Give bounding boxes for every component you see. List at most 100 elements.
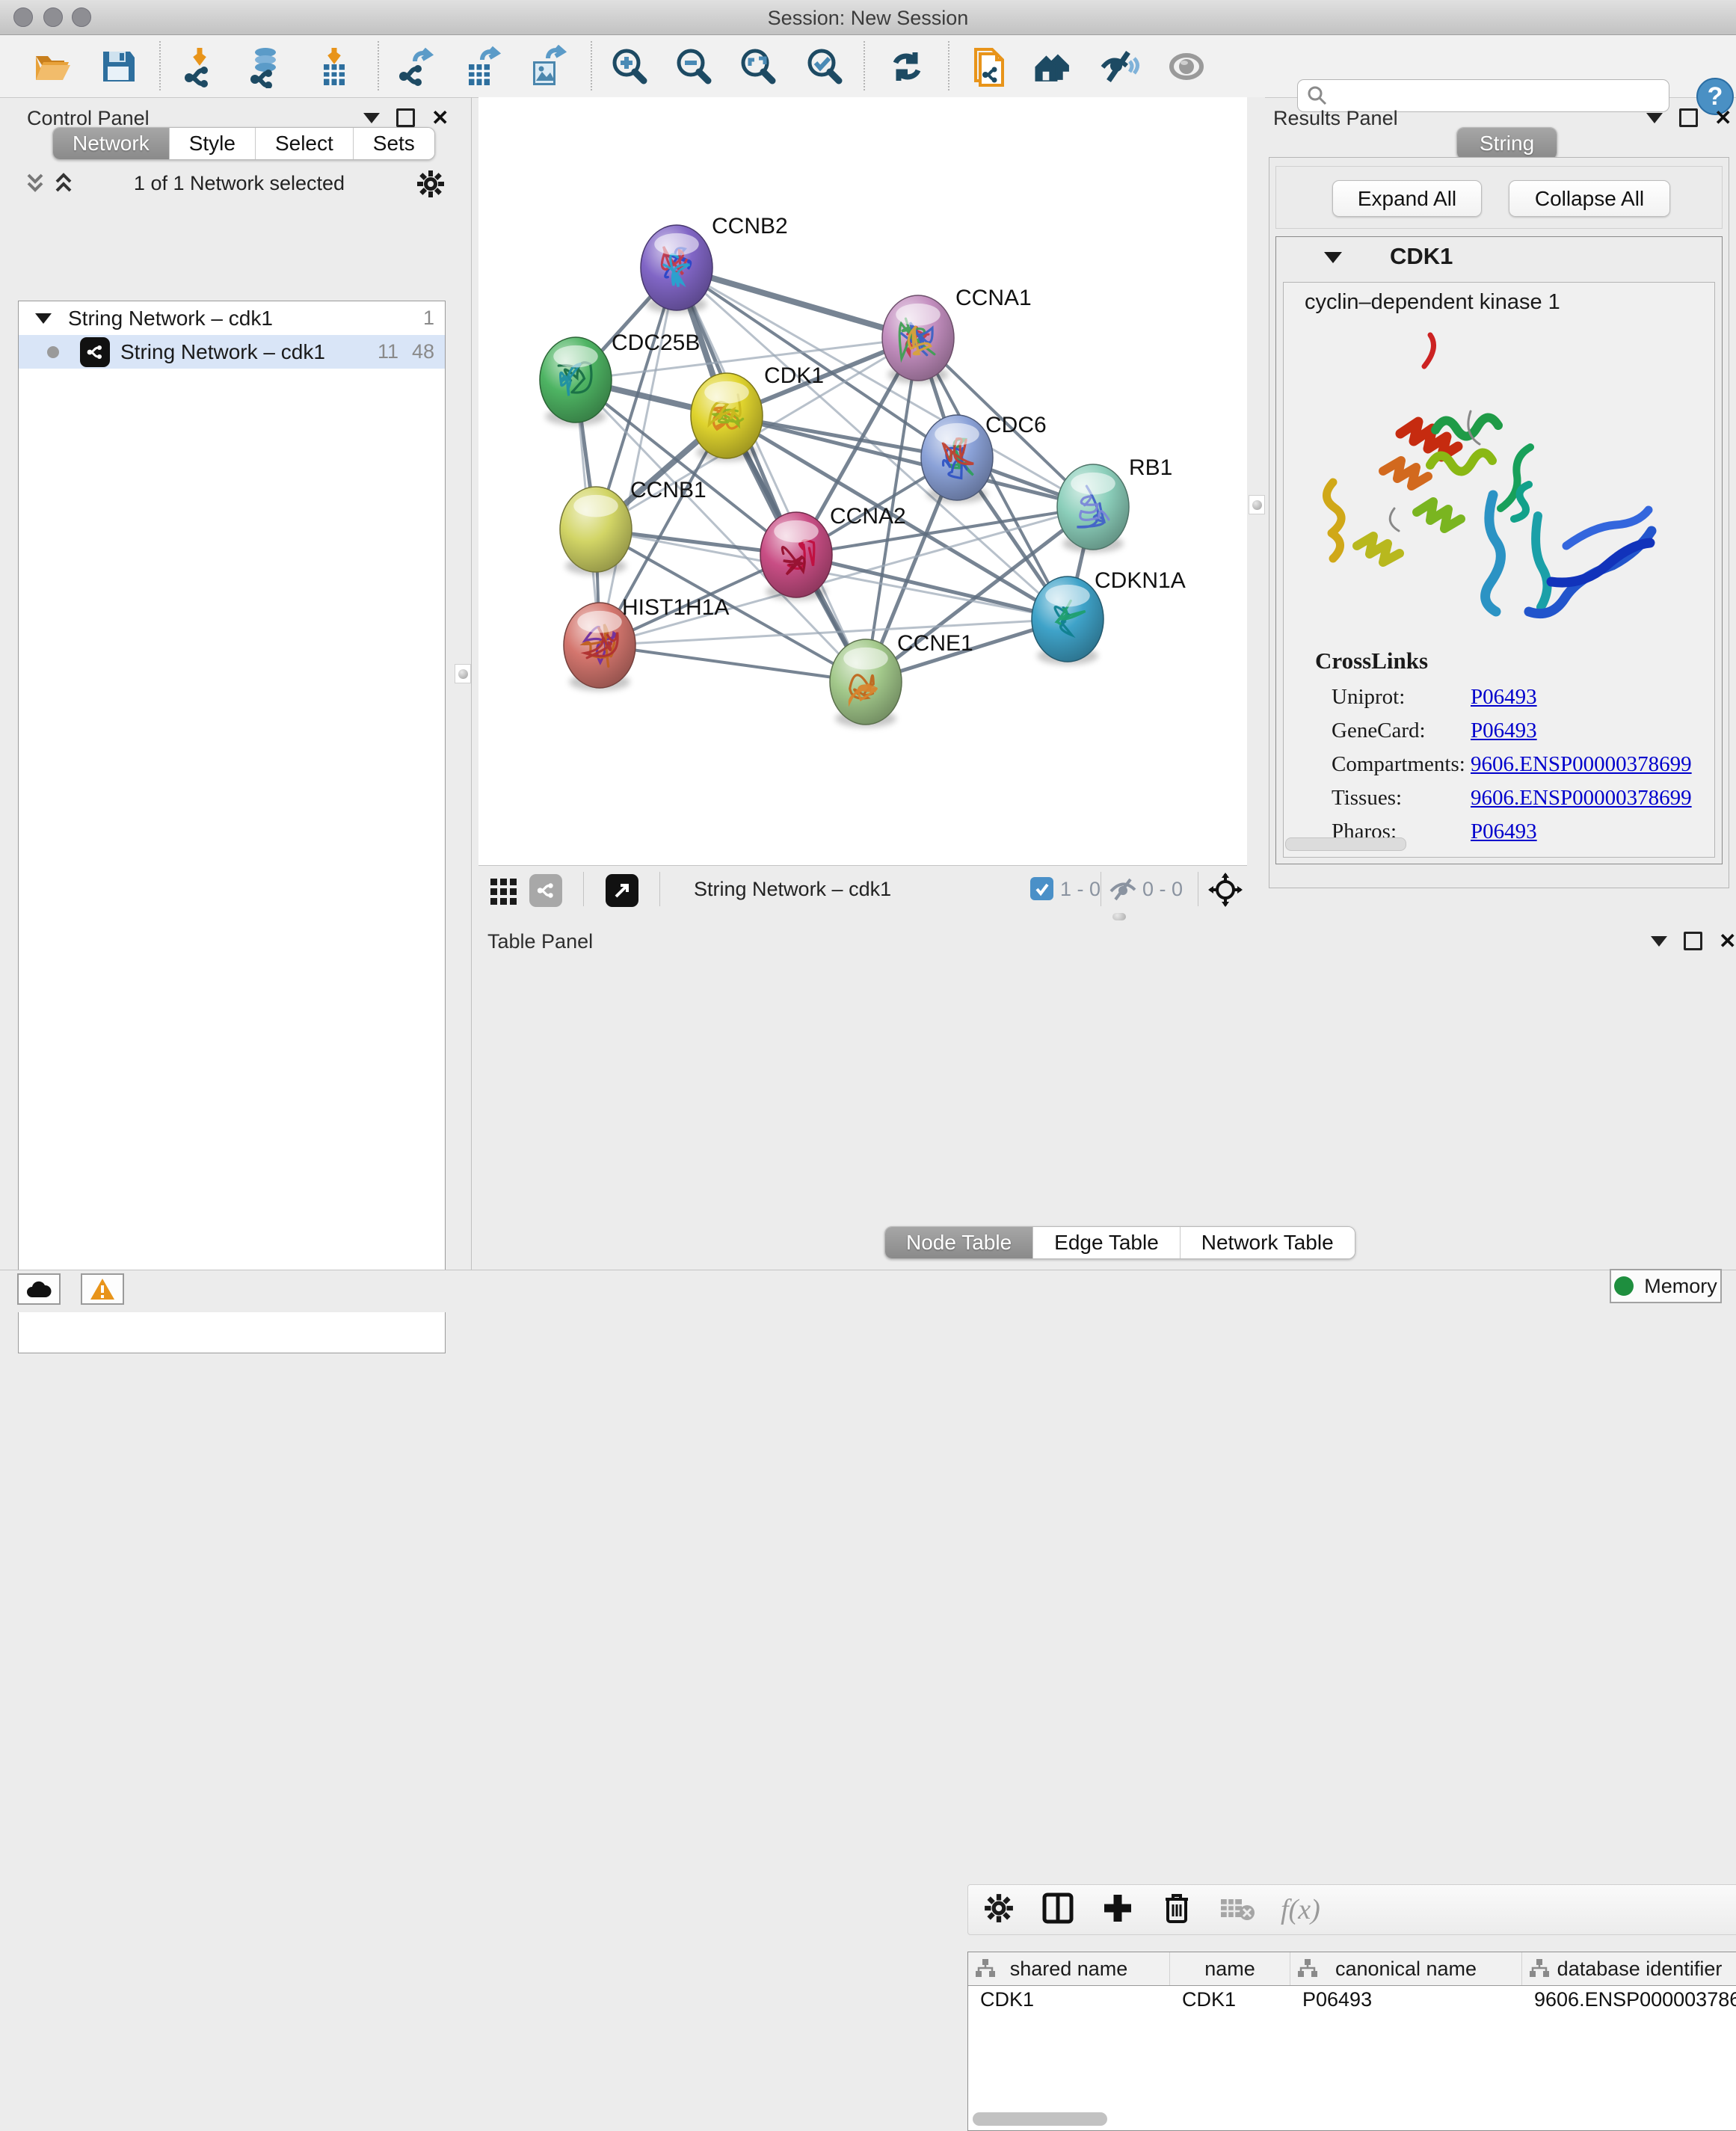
panel-menu-icon[interactable]: [1651, 936, 1667, 947]
home-button[interactable]: [1035, 45, 1078, 88]
table-hscrollbar-thumb[interactable]: [973, 2112, 1107, 2126]
crosslink-link[interactable]: 9606.ENSP00000378699: [1471, 752, 1692, 777]
birdseye-view-button[interactable]: [606, 874, 638, 907]
network-edge-CCNB2-HIST1H1A[interactable]: [600, 268, 677, 645]
panel-float-icon[interactable]: [1684, 932, 1702, 950]
crosslink-row: Uniprot:P06493: [1332, 680, 1705, 714]
network-node-CDK1[interactable]: [691, 373, 763, 461]
table-cell[interactable]: P06493: [1302, 1988, 1519, 2011]
warnings-button[interactable]: [81, 1273, 124, 1305]
column-header-sharedname[interactable]: shared name: [968, 1952, 1170, 1985]
section-disclosure-icon[interactable]: [1324, 252, 1342, 263]
tab-network-table[interactable]: Network Table: [1181, 1227, 1355, 1258]
network-node-CCNA2[interactable]: [760, 512, 832, 600]
node-label-CDKN1A: CDKN1A: [1095, 568, 1186, 593]
tab-network[interactable]: Network: [53, 128, 170, 159]
open-session-button[interactable]: [31, 45, 74, 88]
panel-close-icon[interactable]: ✕: [1714, 111, 1732, 126]
network-node-CCNB2[interactable]: [641, 225, 712, 313]
network-edge-CCNA2-CDKN1A[interactable]: [796, 555, 1068, 619]
refresh-icon: [885, 45, 929, 88]
panel-float-icon[interactable]: [396, 108, 415, 127]
results-hscrollbar[interactable]: [1285, 837, 1406, 851]
tab-style[interactable]: Style: [170, 128, 256, 159]
collection-count: 1: [423, 307, 434, 330]
table-options-button[interactable]: [983, 1892, 1015, 1928]
zoom-out-button[interactable]: [672, 45, 715, 88]
network-view-share-button[interactable]: [529, 874, 562, 907]
network-node-CCNB1[interactable]: [560, 487, 632, 575]
network-node-CDC25B[interactable]: [540, 337, 612, 425]
network-edge-CCNB2-CCNA1[interactable]: [677, 268, 918, 338]
network-list: String Network – cdk1 1 String Network –…: [18, 301, 446, 1353]
vertical-splitter[interactable]: [1247, 97, 1265, 911]
delete-column-button[interactable]: [1161, 1892, 1192, 1928]
grid-view-button[interactable]: [489, 876, 519, 909]
memory-button[interactable]: Memory: [1610, 1269, 1722, 1303]
table-cell[interactable]: CDK1: [980, 1988, 1167, 2011]
gene-detail-box: cyclin–dependent kinase 1: [1283, 282, 1715, 858]
network-node-RB1[interactable]: [1057, 464, 1129, 553]
open-session-from-cloud-button[interactable]: [970, 45, 1013, 88]
network-options-button[interactable]: [416, 169, 446, 203]
panel-float-icon[interactable]: [1679, 108, 1698, 127]
apply-layout-button[interactable]: [885, 45, 929, 88]
collapse-all-button[interactable]: Collapse All: [1509, 180, 1670, 217]
zoom-selected-button[interactable]: [803, 45, 846, 88]
plus-icon: [1101, 1892, 1134, 1925]
network-label: String Network – cdk1: [120, 340, 325, 364]
export-network-button[interactable]: [397, 45, 440, 88]
zoom-fit-button[interactable]: [736, 45, 780, 88]
network-row-selected[interactable]: String Network – cdk1 11 48: [19, 335, 445, 369]
check-icon: [1034, 881, 1050, 897]
import-network-file-button[interactable]: [180, 45, 224, 88]
network-node-CCNE1[interactable]: [830, 639, 902, 728]
crosslink-link[interactable]: P06493: [1471, 820, 1537, 844]
crosslink-link[interactable]: P06493: [1471, 719, 1537, 743]
results-splitter-handle[interactable]: [1249, 495, 1265, 514]
hidden-indicator[interactable]: [1108, 876, 1138, 905]
network-graph[interactable]: CCNB2CCNA1CDC25BCDK1CDC6RB1CCNB1CCNA2CDK…: [478, 97, 1247, 865]
table-cell[interactable]: 9606.ENSP00000378699: [1534, 1988, 1736, 2011]
tab-select[interactable]: Select: [256, 128, 354, 159]
save-session-button[interactable]: [96, 45, 140, 88]
gear-icon: [416, 169, 446, 199]
network-collection-row[interactable]: String Network – cdk1 1: [19, 301, 445, 335]
column-header-databaseidentifier[interactable]: database identifier: [1522, 1952, 1736, 1985]
import-network-database-button[interactable]: [246, 45, 289, 88]
expand-all-button[interactable]: Expand All: [1332, 180, 1482, 217]
network-selection-status: 1 of 1 Network selected: [0, 172, 478, 195]
tab-node-table[interactable]: Node Table: [885, 1227, 1033, 1258]
network-node-CCNA1[interactable]: [882, 295, 954, 384]
crosslink-link[interactable]: P06493: [1471, 685, 1537, 710]
column-header-canonicalname[interactable]: canonical name: [1290, 1952, 1522, 1985]
column-header-name[interactable]: name: [1170, 1952, 1290, 1985]
table-cell[interactable]: CDK1: [1182, 1988, 1287, 2011]
control-panel-splitter-handle[interactable]: [455, 664, 471, 683]
import-table-file-button[interactable]: [313, 45, 357, 88]
network-node-CDC6[interactable]: [921, 415, 993, 503]
tab-edge-table[interactable]: Edge Table: [1033, 1227, 1181, 1258]
network-edge-HIST1H1A-CCNE1[interactable]: [600, 645, 866, 682]
zoom-in-button[interactable]: [608, 45, 651, 88]
crosslink-link[interactable]: 9606.ENSP00000378699: [1471, 786, 1692, 811]
eye-disabled-button[interactable]: [1165, 45, 1208, 88]
export-table-button[interactable]: [461, 45, 505, 88]
tab-string[interactable]: String: [1457, 128, 1557, 159]
splitter-dot-handle[interactable]: [1112, 913, 1126, 920]
show-columns-button[interactable]: [1041, 1892, 1074, 1928]
selected-indicator-checkbox[interactable]: [1030, 877, 1053, 900]
disclosure-triangle-icon[interactable]: [35, 313, 52, 324]
cloud-button[interactable]: [17, 1273, 61, 1305]
panel-close-icon[interactable]: ✕: [431, 111, 449, 126]
panel-close-icon[interactable]: ✕: [1719, 934, 1736, 949]
panel-menu-icon[interactable]: [1646, 113, 1663, 123]
panel-menu-icon[interactable]: [363, 113, 380, 123]
network-view[interactable]: CCNB2CCNA1CDC25BCDK1CDC6RB1CCNB1CCNA2CDK…: [478, 97, 1247, 866]
network-node-CDKN1A[interactable]: [1032, 576, 1104, 665]
export-image-button[interactable]: [526, 45, 569, 88]
add-column-button[interactable]: [1101, 1892, 1134, 1928]
show-hide-graphics-button[interactable]: [1098, 45, 1142, 88]
fit-selected-button[interactable]: [1208, 873, 1243, 911]
tab-sets[interactable]: Sets: [354, 128, 434, 159]
